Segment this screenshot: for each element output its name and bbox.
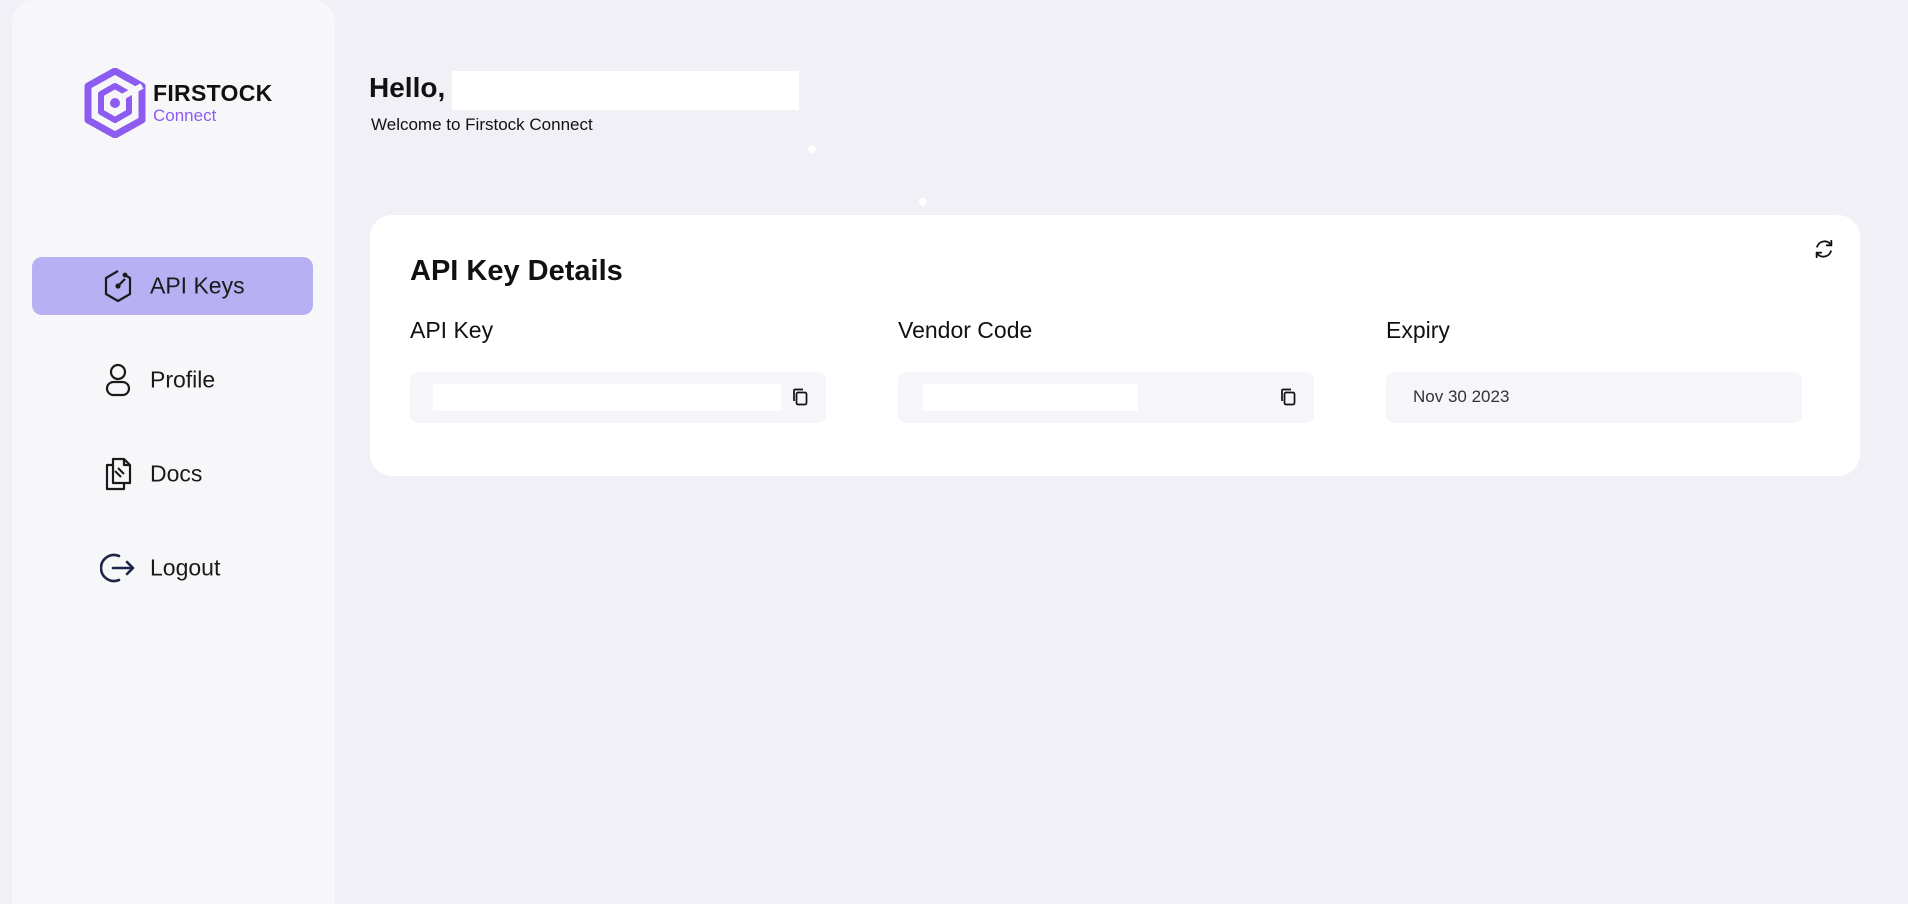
sidebar-item-logout[interactable]: Logout — [32, 539, 313, 597]
brand[interactable]: FIRSTOCK Connect — [84, 68, 284, 140]
refresh-button[interactable] — [1810, 235, 1838, 263]
vendor-code-redacted — [923, 384, 1138, 411]
api-key-redacted — [433, 384, 781, 411]
user-name-redacted — [452, 71, 799, 110]
welcome-message: Welcome to Firstock Connect — [371, 115, 593, 134]
sidebar-item-label: Logout — [150, 554, 221, 581]
copy-vendor-code-button[interactable] — [1278, 387, 1298, 407]
decorative-dot — [808, 145, 816, 153]
decorative-dot — [919, 198, 927, 206]
logout-icon — [100, 550, 136, 586]
sidebar-item-api-keys[interactable]: API Keys — [32, 257, 313, 315]
sidebar: FIRSTOCK Connect API Keys Profile Docs L… — [12, 0, 335, 904]
api-key-value-box — [410, 372, 826, 423]
sidebar-item-label: Profile — [150, 366, 216, 393]
app-root: FIRSTOCK Connect API Keys Profile Docs L… — [0, 0, 1908, 904]
refresh-icon — [1815, 239, 1833, 259]
sidebar-item-profile[interactable]: Profile — [32, 351, 313, 409]
field-label: Expiry — [1386, 317, 1450, 343]
brand-name: FIRSTOCK — [153, 80, 273, 106]
sidebar-nav: API Keys Profile Docs Logout — [32, 257, 313, 633]
api-key-field: API Key — [410, 317, 826, 423]
expiry-field: Expiry Nov 30 2023 — [1386, 317, 1802, 423]
api-key-icon — [100, 268, 136, 304]
vendor-code-value-box — [898, 372, 1314, 423]
copy-icon — [1281, 388, 1296, 406]
sidebar-item-label: API Keys — [150, 272, 245, 299]
copy-api-key-button[interactable] — [790, 387, 810, 407]
api-key-details-card: API Key Details API Key Vendor Code Expi… — [370, 215, 1860, 476]
greeting: Hello, — [369, 72, 446, 103]
expiry-value: Nov 30 2023 — [1413, 387, 1510, 406]
vendor-code-field: Vendor Code — [898, 317, 1314, 423]
expiry-value-box: Nov 30 2023 — [1386, 372, 1802, 423]
copy-icon — [793, 388, 808, 406]
field-label: Vendor Code — [898, 317, 1033, 343]
brand-subtitle: Connect — [153, 106, 217, 125]
documents-icon — [100, 456, 136, 492]
field-label: API Key — [410, 317, 494, 343]
sidebar-item-docs[interactable]: Docs — [32, 445, 313, 503]
card-title: API Key Details — [410, 255, 623, 287]
firstock-logo-icon — [84, 68, 146, 138]
sidebar-item-label: Docs — [150, 460, 203, 487]
user-icon — [100, 362, 136, 398]
